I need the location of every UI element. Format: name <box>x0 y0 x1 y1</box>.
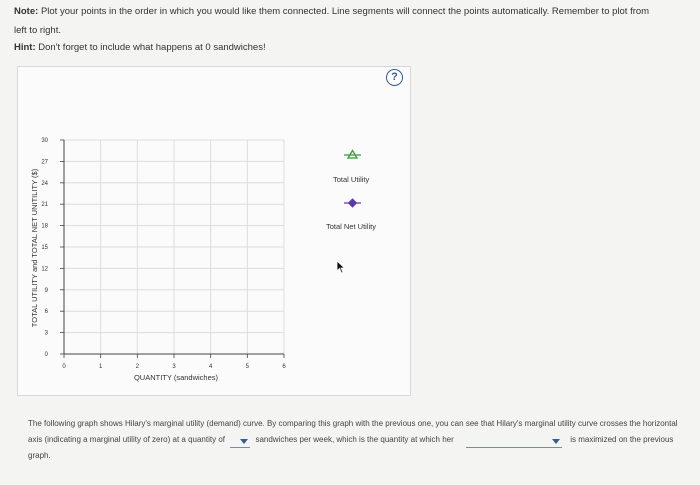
y-tick-labels: 0 3 6 9 12 15 18 21 24 27 30 <box>41 138 48 358</box>
x-tick-label: 3 <box>172 364 176 370</box>
y-tick-label: 3 <box>45 331 49 337</box>
y-tick-label: 27 <box>41 159 48 165</box>
x-tick-labels: 0 1 2 3 4 5 6 <box>62 364 286 370</box>
maximized-quantity-dropdown[interactable] <box>466 437 563 448</box>
y-tick-label: 0 <box>45 352 49 358</box>
chart-axes <box>60 139 285 358</box>
x-tick-label: 4 <box>209 364 213 370</box>
utility-chart[interactable]: 0123456 036912151821242730 QUANTITY (san… <box>0 0 700 485</box>
chevron-down-icon <box>240 439 249 444</box>
y-tick-label: 9 <box>45 288 49 294</box>
total-utility-legend-marker[interactable] <box>344 149 361 159</box>
mouse-cursor-icon <box>336 260 346 274</box>
x-tick-label: 6 <box>282 364 286 370</box>
total-net-utility-legend-marker[interactable] <box>344 198 361 208</box>
x-tick-label: 5 <box>246 364 250 370</box>
y-tick-label: 15 <box>41 245 48 251</box>
question-text: The following graph shows Hilary's margi… <box>28 416 678 464</box>
quantity-dropdown[interactable] <box>230 437 251 448</box>
legend-total-net-utility-label: Total Net Utility <box>326 222 377 231</box>
y-tick-label: 18 <box>41 224 48 230</box>
help-button[interactable]: ? <box>386 69 403 86</box>
y-tick-label: 12 <box>41 266 48 272</box>
y-tick-label: 30 <box>41 138 48 144</box>
chart-grid <box>63 139 285 355</box>
x-tick-label: 2 <box>136 364 140 370</box>
y-tick-label: 21 <box>41 202 48 208</box>
y-tick-label: 6 <box>45 309 49 315</box>
x-axis-label: QUANTITY (sandwiches) <box>134 373 219 382</box>
legend-total-utility-label: Total Utility <box>333 175 370 184</box>
y-tick-label: 24 <box>41 181 48 187</box>
question-part2: sandwiches per week, which is the quanti… <box>255 435 454 444</box>
chevron-down-icon <box>552 439 561 444</box>
x-tick-label: 1 <box>99 364 103 370</box>
x-tick-label: 0 <box>62 364 66 370</box>
y-axis-label: TOTAL UTILITY and TOTAL NET UNITILITY ($… <box>30 168 39 327</box>
